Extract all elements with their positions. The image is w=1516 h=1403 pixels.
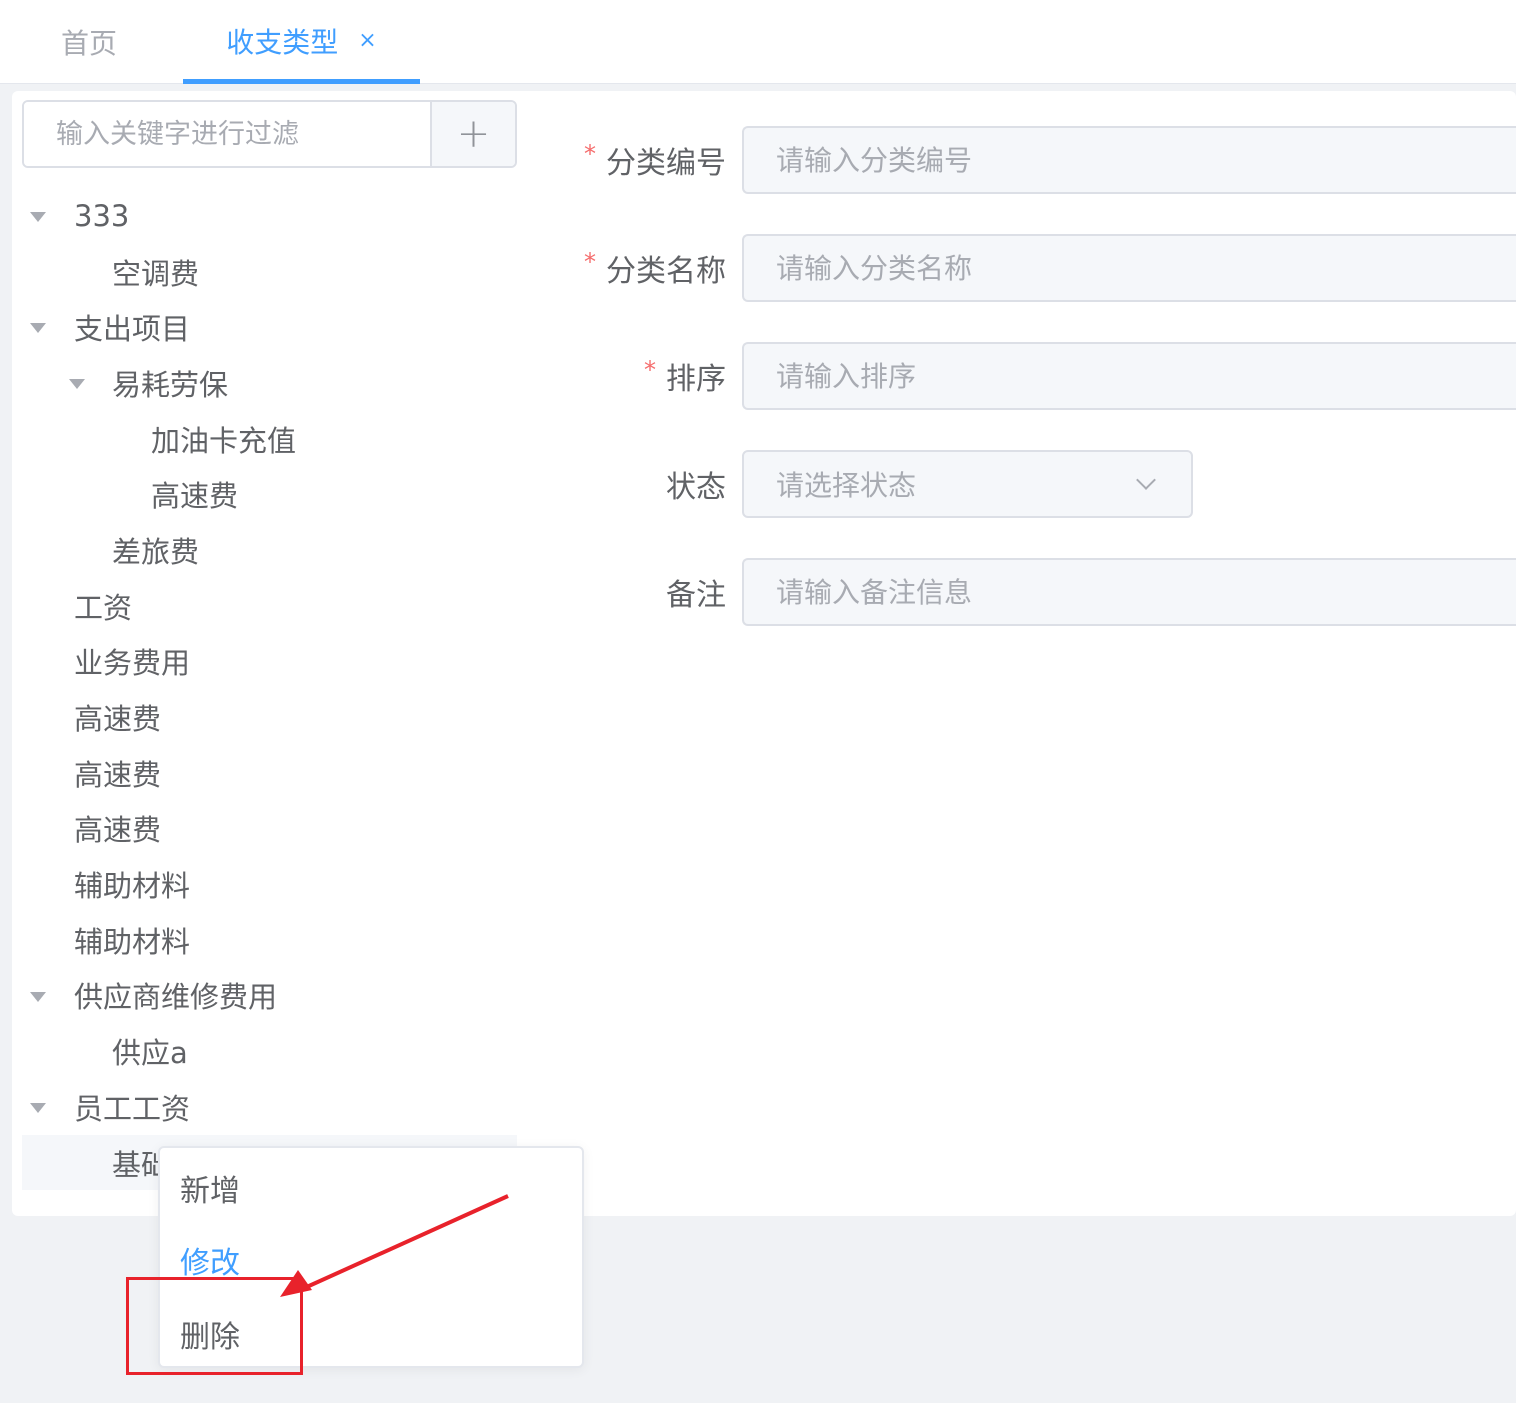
tree-node[interactable]: 333 bbox=[22, 188, 517, 244]
tree-node[interactable]: 高速费 bbox=[22, 745, 517, 801]
form-label-remark: 备注 bbox=[666, 558, 726, 626]
required-mark: * bbox=[644, 356, 656, 384]
form-row-remark: 备注 bbox=[552, 558, 1516, 626]
tree-node-label: 供应商维修费用 bbox=[74, 980, 278, 1015]
tree-node-label: 易耗劳保 bbox=[112, 367, 229, 402]
filter-group: + bbox=[22, 100, 517, 168]
tree-node-label: 高速费 bbox=[74, 757, 162, 792]
tree-node-label: 支出项目 bbox=[74, 312, 191, 347]
tree-node[interactable]: 辅助材料 bbox=[22, 856, 517, 912]
name-label: 分类名称 bbox=[606, 254, 726, 289]
caret-down-icon[interactable] bbox=[69, 379, 85, 390]
tab-home[interactable]: 首页 bbox=[28, 0, 150, 84]
tree-node[interactable]: 员工工资 bbox=[22, 1079, 517, 1135]
tree-node[interactable]: 易耗劳保 bbox=[22, 355, 517, 411]
tree-node-label: 差旅费 bbox=[112, 534, 200, 569]
remark-label: 备注 bbox=[666, 578, 726, 613]
tree-node-label: 333 bbox=[74, 198, 130, 233]
tree-node-label: 高速费 bbox=[74, 813, 162, 848]
tree-node[interactable]: 高速费 bbox=[22, 689, 517, 745]
status-placeholder: 请选择状态 bbox=[776, 469, 917, 502]
tree-node[interactable]: 辅助材料 bbox=[22, 912, 517, 968]
tab-home-label: 首页 bbox=[60, 27, 117, 60]
tree-node-label: 工资 bbox=[74, 590, 133, 625]
tree-node[interactable]: 业务费用 bbox=[22, 634, 517, 690]
caret-down-icon[interactable] bbox=[30, 212, 46, 222]
tree-node-label: 辅助材料 bbox=[74, 869, 191, 904]
tab-income-expense-type[interactable]: 收支类型 × bbox=[183, 0, 420, 84]
filter-input[interactable] bbox=[24, 102, 430, 166]
tabs-bar: 首页 收支类型 × bbox=[0, 0, 1516, 84]
category-tree: 333 空调费 支出项目 易耗劳保 加油卡充值 高速费 差旅费 工资 业务费用 … bbox=[22, 188, 517, 1191]
tree-node[interactable]: 高速费 bbox=[22, 801, 517, 857]
tree-node-label: 空调费 bbox=[112, 256, 200, 291]
sort-label: 排序 bbox=[666, 362, 726, 397]
form-label-code: * 分类编号 bbox=[584, 126, 726, 194]
form-label-name: * 分类名称 bbox=[584, 234, 726, 302]
caret-down-icon[interactable] bbox=[30, 991, 46, 1002]
tree-node[interactable]: 高速费 bbox=[22, 466, 517, 522]
remark-input[interactable] bbox=[742, 558, 1516, 626]
form-row-code: * 分类编号 bbox=[552, 126, 1516, 194]
name-input[interactable] bbox=[742, 234, 1516, 302]
tree-node-label: 业务费用 bbox=[74, 646, 191, 681]
chevron-down-icon bbox=[1136, 470, 1156, 490]
tree-node[interactable]: 空调费 bbox=[22, 244, 517, 300]
status-select[interactable]: 请选择状态 bbox=[742, 450, 1193, 518]
sort-input[interactable] bbox=[742, 342, 1516, 410]
tree-node-label: 辅助材料 bbox=[74, 924, 191, 959]
tree-node-label: 员工工资 bbox=[74, 1091, 191, 1126]
tree-node-label: 高速费 bbox=[74, 702, 162, 737]
code-label: 分类编号 bbox=[606, 146, 726, 181]
tree-node[interactable]: 支出项目 bbox=[22, 299, 517, 355]
menu-item-add[interactable]: 新增 bbox=[180, 1166, 240, 1210]
main-card: + 333 空调费 支出项目 易耗劳保 加油卡充值 高速费 差旅费 工资 bbox=[12, 91, 1516, 1216]
menu-item-edit[interactable]: 修改 bbox=[180, 1238, 240, 1282]
form-label-status: 状态 bbox=[666, 450, 726, 518]
close-icon[interactable]: × bbox=[358, 28, 376, 53]
tree-node[interactable]: 工资 bbox=[22, 578, 517, 634]
code-input[interactable] bbox=[742, 126, 1516, 194]
caret-down-icon[interactable] bbox=[30, 323, 46, 334]
annotation-highlight-box bbox=[126, 1277, 303, 1375]
form-row-name: * 分类名称 bbox=[552, 234, 1516, 302]
form-row-sort: * 排序 bbox=[552, 342, 1516, 410]
tree-node[interactable]: 供应商维修费用 bbox=[22, 968, 517, 1024]
form-row-status: 状态 请选择状态 bbox=[552, 450, 1516, 518]
form-label-sort: * 排序 bbox=[644, 342, 726, 410]
tree-node[interactable]: 供应a bbox=[22, 1023, 517, 1079]
tree-node-label: 加油卡充值 bbox=[151, 423, 297, 458]
caret-down-icon[interactable] bbox=[30, 1103, 46, 1113]
required-mark: * bbox=[584, 140, 596, 168]
tree-node-label: 高速费 bbox=[151, 479, 239, 514]
status-label: 状态 bbox=[666, 470, 726, 505]
required-mark: * bbox=[584, 248, 596, 276]
tree-node-label: 供应a bbox=[112, 1036, 188, 1071]
add-icon[interactable]: + bbox=[430, 102, 515, 166]
tab-income-expense-type-label: 收支类型 bbox=[226, 25, 339, 59]
tree-node[interactable]: 差旅费 bbox=[22, 522, 517, 578]
tree-node[interactable]: 加油卡充值 bbox=[22, 411, 517, 467]
